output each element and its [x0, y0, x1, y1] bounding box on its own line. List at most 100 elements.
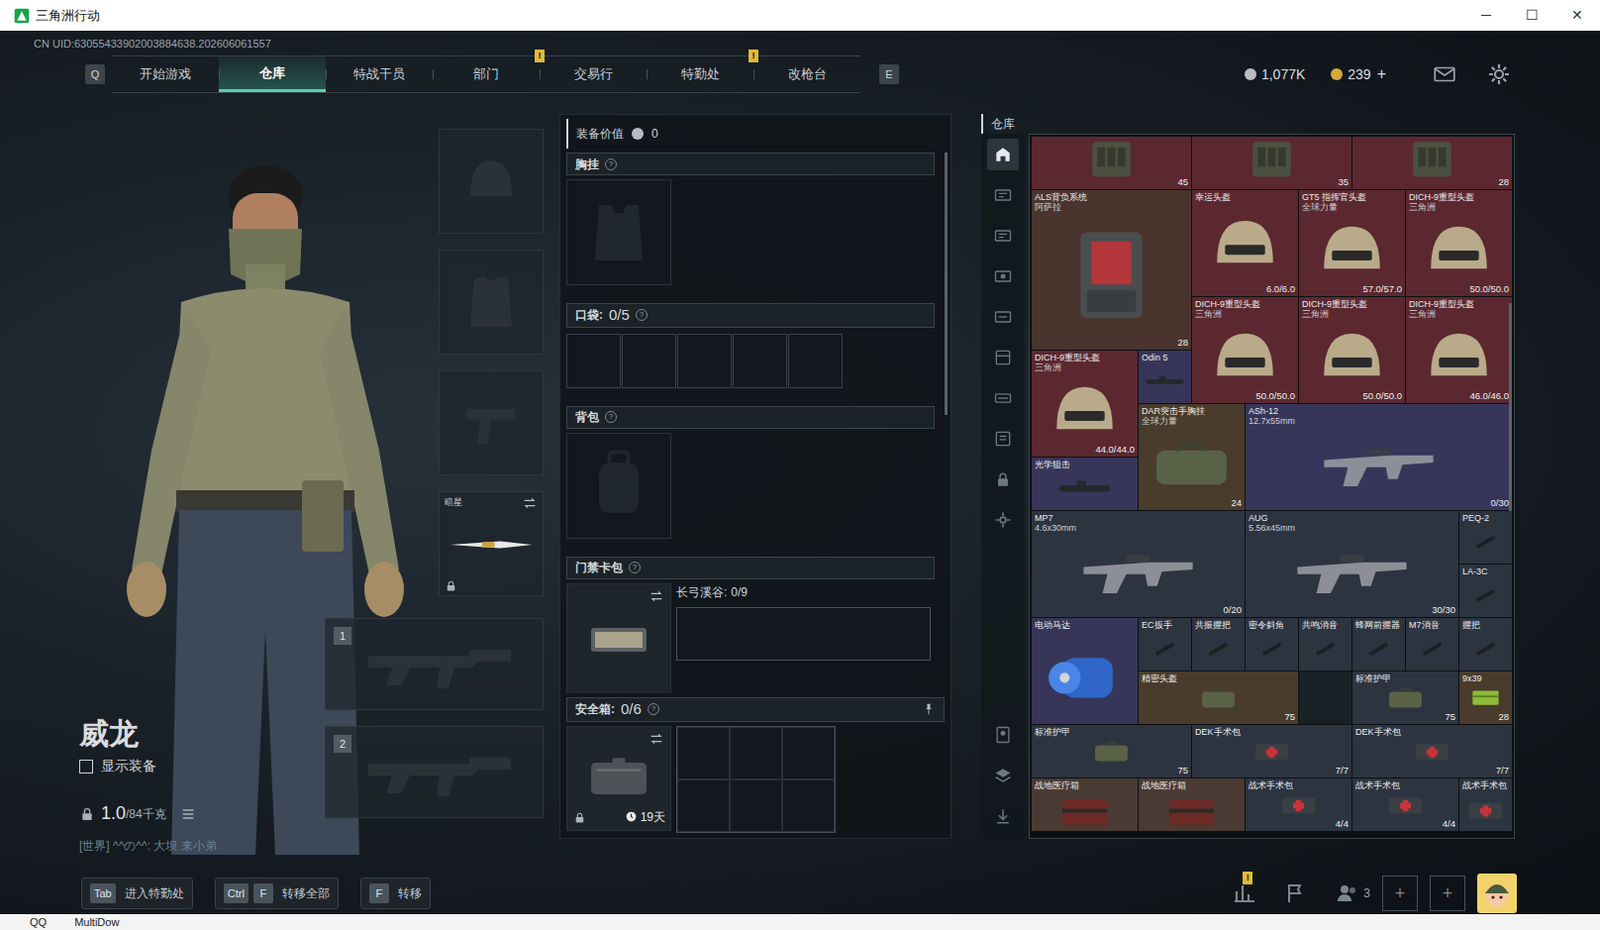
pocket-slot[interactable]	[788, 333, 843, 389]
warehouse-item[interactable]: 幸运头盔6.0/6.0	[1192, 190, 1299, 297]
warehouse-tab[interactable]	[987, 759, 1019, 792]
warehouse-tab[interactable]	[987, 422, 1019, 455]
pocket-slot[interactable]	[566, 333, 621, 389]
warehouse-item[interactable]: DEK手术包7/7	[1192, 724, 1352, 778]
warehouse-tab[interactable]	[987, 260, 1019, 293]
armor-slot[interactable]	[438, 249, 544, 355]
safe-cell[interactable]	[782, 779, 835, 832]
pistol-slot[interactable]	[438, 370, 544, 476]
backpack-slot[interactable]	[566, 432, 672, 539]
safe-cell[interactable]	[782, 726, 835, 780]
checkbox-label[interactable]: 显示装备	[100, 755, 157, 777]
nav-tab[interactable]: 部门!	[432, 56, 540, 93]
nav-tab[interactable]: 特勤处!	[646, 56, 754, 93]
warehouse-item[interactable]: 35	[1192, 136, 1352, 190]
warehouse-tab[interactable]	[987, 382, 1019, 414]
nav-tab[interactable]: 特战干员	[325, 56, 433, 93]
warehouse-item[interactable]: 战地医疗箱	[1138, 778, 1245, 831]
taskbar-item[interactable]: QQ	[29, 915, 47, 928]
warehouse-item[interactable]: 战术手术包4/4	[1352, 778, 1459, 831]
next-tab-key[interactable]: E	[879, 64, 900, 85]
tab-label[interactable]: 开始游戏	[139, 64, 192, 85]
pocket-slot[interactable]	[621, 333, 677, 389]
warehouse-tab[interactable]	[987, 219, 1019, 252]
close-button[interactable]: ✕	[1554, 0, 1600, 31]
mail-icon[interactable]	[1431, 61, 1458, 88]
safe-cell[interactable]	[729, 779, 783, 832]
warehouse-item[interactable]: AUG5.56x45mm30/30	[1245, 510, 1459, 617]
warehouse-item[interactable]: 光学狙击	[1031, 457, 1138, 510]
warehouse-item[interactable]: 战术手术包	[1459, 778, 1512, 831]
help-button[interactable]: ?	[635, 308, 648, 321]
warehouse-item[interactable]: 战术手术包4/4	[1245, 778, 1352, 831]
pocket-slot[interactable]	[677, 333, 732, 389]
action-hint[interactable]: CtrlF转移全部	[214, 877, 339, 909]
warehouse-item[interactable]: DAR突击手胸挂全球力量24	[1138, 403, 1245, 510]
warehouse-item[interactable]: PEQ-2	[1459, 510, 1512, 564]
help-button[interactable]: ?	[604, 410, 617, 423]
warehouse-item[interactable]: 战地医疗箱	[1031, 778, 1138, 831]
stats-button[interactable]: !	[1232, 881, 1257, 905]
warehouse-tab[interactable]	[987, 341, 1019, 374]
tab-label[interactable]: 特勤处	[681, 64, 720, 85]
action-hint[interactable]: Tab进入特勤处	[81, 877, 194, 909]
show-equipment-toggle[interactable]: 显示装备	[79, 755, 325, 777]
warehouse-tab[interactable]	[987, 138, 1019, 171]
nav-tab[interactable]: 仓库	[218, 56, 326, 93]
warehouse-tab[interactable]	[987, 800, 1019, 832]
tab-label[interactable]: 改枪台	[788, 64, 827, 85]
list-icon[interactable]	[180, 805, 197, 822]
warehouse-tab[interactable]	[987, 503, 1019, 536]
checkbox[interactable]	[79, 759, 94, 774]
prev-tab-key[interactable]: Q	[85, 64, 105, 85]
warehouse-tab[interactable]	[987, 463, 1019, 496]
scrollbar[interactable]	[1508, 302, 1512, 511]
action-hint[interactable]: F转移	[360, 877, 431, 909]
tab-label[interactable]: 交易行	[574, 64, 613, 85]
warehouse-tab[interactable]	[987, 300, 1019, 333]
nav-tab[interactable]: 开始游戏	[111, 56, 219, 93]
party-slot[interactable]: +	[1429, 875, 1466, 911]
taskbar-item[interactable]: MultiDow	[74, 915, 119, 928]
warehouse-item[interactable]: GT5 指挥官头盔全球力量57.0/57.0	[1299, 190, 1405, 297]
gear-icon[interactable]	[1487, 62, 1511, 87]
warehouse-item[interactable]: ASh-1212.7x55mm0/30	[1245, 403, 1512, 510]
keycard-grid[interactable]	[676, 606, 931, 661]
warehouse-item[interactable]: EC扳手	[1138, 617, 1192, 671]
warehouse-item[interactable]: 标准护甲75	[1031, 724, 1192, 778]
help-button[interactable]: ?	[628, 561, 641, 574]
warehouse-item[interactable]: 蜂网前握器	[1352, 617, 1405, 671]
tab-label[interactable]: 仓库	[259, 63, 286, 84]
chest-rig-slot[interactable]	[566, 179, 672, 286]
pin-icon[interactable]	[921, 701, 936, 716]
warehouse-item[interactable]: 共振握把	[1192, 617, 1245, 671]
warehouse-item[interactable]: 共鸣消音	[1299, 617, 1352, 671]
warehouse-item[interactable]: 密令斜角	[1245, 617, 1299, 671]
avatar-icon[interactable]	[1477, 873, 1517, 913]
tab-label[interactable]: 特战干员	[353, 64, 405, 85]
safe-cell[interactable]	[677, 779, 730, 832]
warehouse-item[interactable]: Odin 5	[1138, 350, 1192, 403]
nav-tab[interactable]: 改枪台	[753, 56, 861, 93]
weapon-slot[interactable]: 2	[324, 725, 544, 818]
warehouse-item[interactable]: DEK手术包7/7	[1352, 724, 1512, 778]
warehouse-item[interactable]: LA-3C	[1459, 564, 1512, 617]
warehouse-item[interactable]: 9x3928	[1459, 671, 1512, 724]
warehouse-item[interactable]: 45	[1031, 136, 1192, 190]
warehouse-item[interactable]: 28	[1352, 136, 1512, 190]
weapon-slot[interactable]: 1	[324, 617, 544, 710]
safe-cell[interactable]	[677, 726, 730, 780]
warehouse-item[interactable]: DICH-9重型头盔三角洲50.0/50.0	[1299, 297, 1405, 403]
pocket-slot[interactable]	[732, 333, 788, 389]
add-currency-button[interactable]: +	[1377, 62, 1387, 87]
help-button[interactable]: ?	[647, 702, 660, 715]
keycard-case-slot[interactable]	[566, 583, 672, 695]
warehouse-tab[interactable]	[987, 179, 1019, 211]
warehouse-tab[interactable]	[987, 718, 1019, 751]
help-button[interactable]: ?	[604, 158, 617, 171]
warehouse-item[interactable]: 标准护甲75	[1352, 671, 1459, 724]
warehouse-item[interactable]: 电动马达	[1031, 617, 1138, 724]
flag-button[interactable]	[1284, 881, 1308, 905]
helmet-slot[interactable]	[438, 128, 544, 234]
scrollbar[interactable]	[944, 152, 948, 415]
